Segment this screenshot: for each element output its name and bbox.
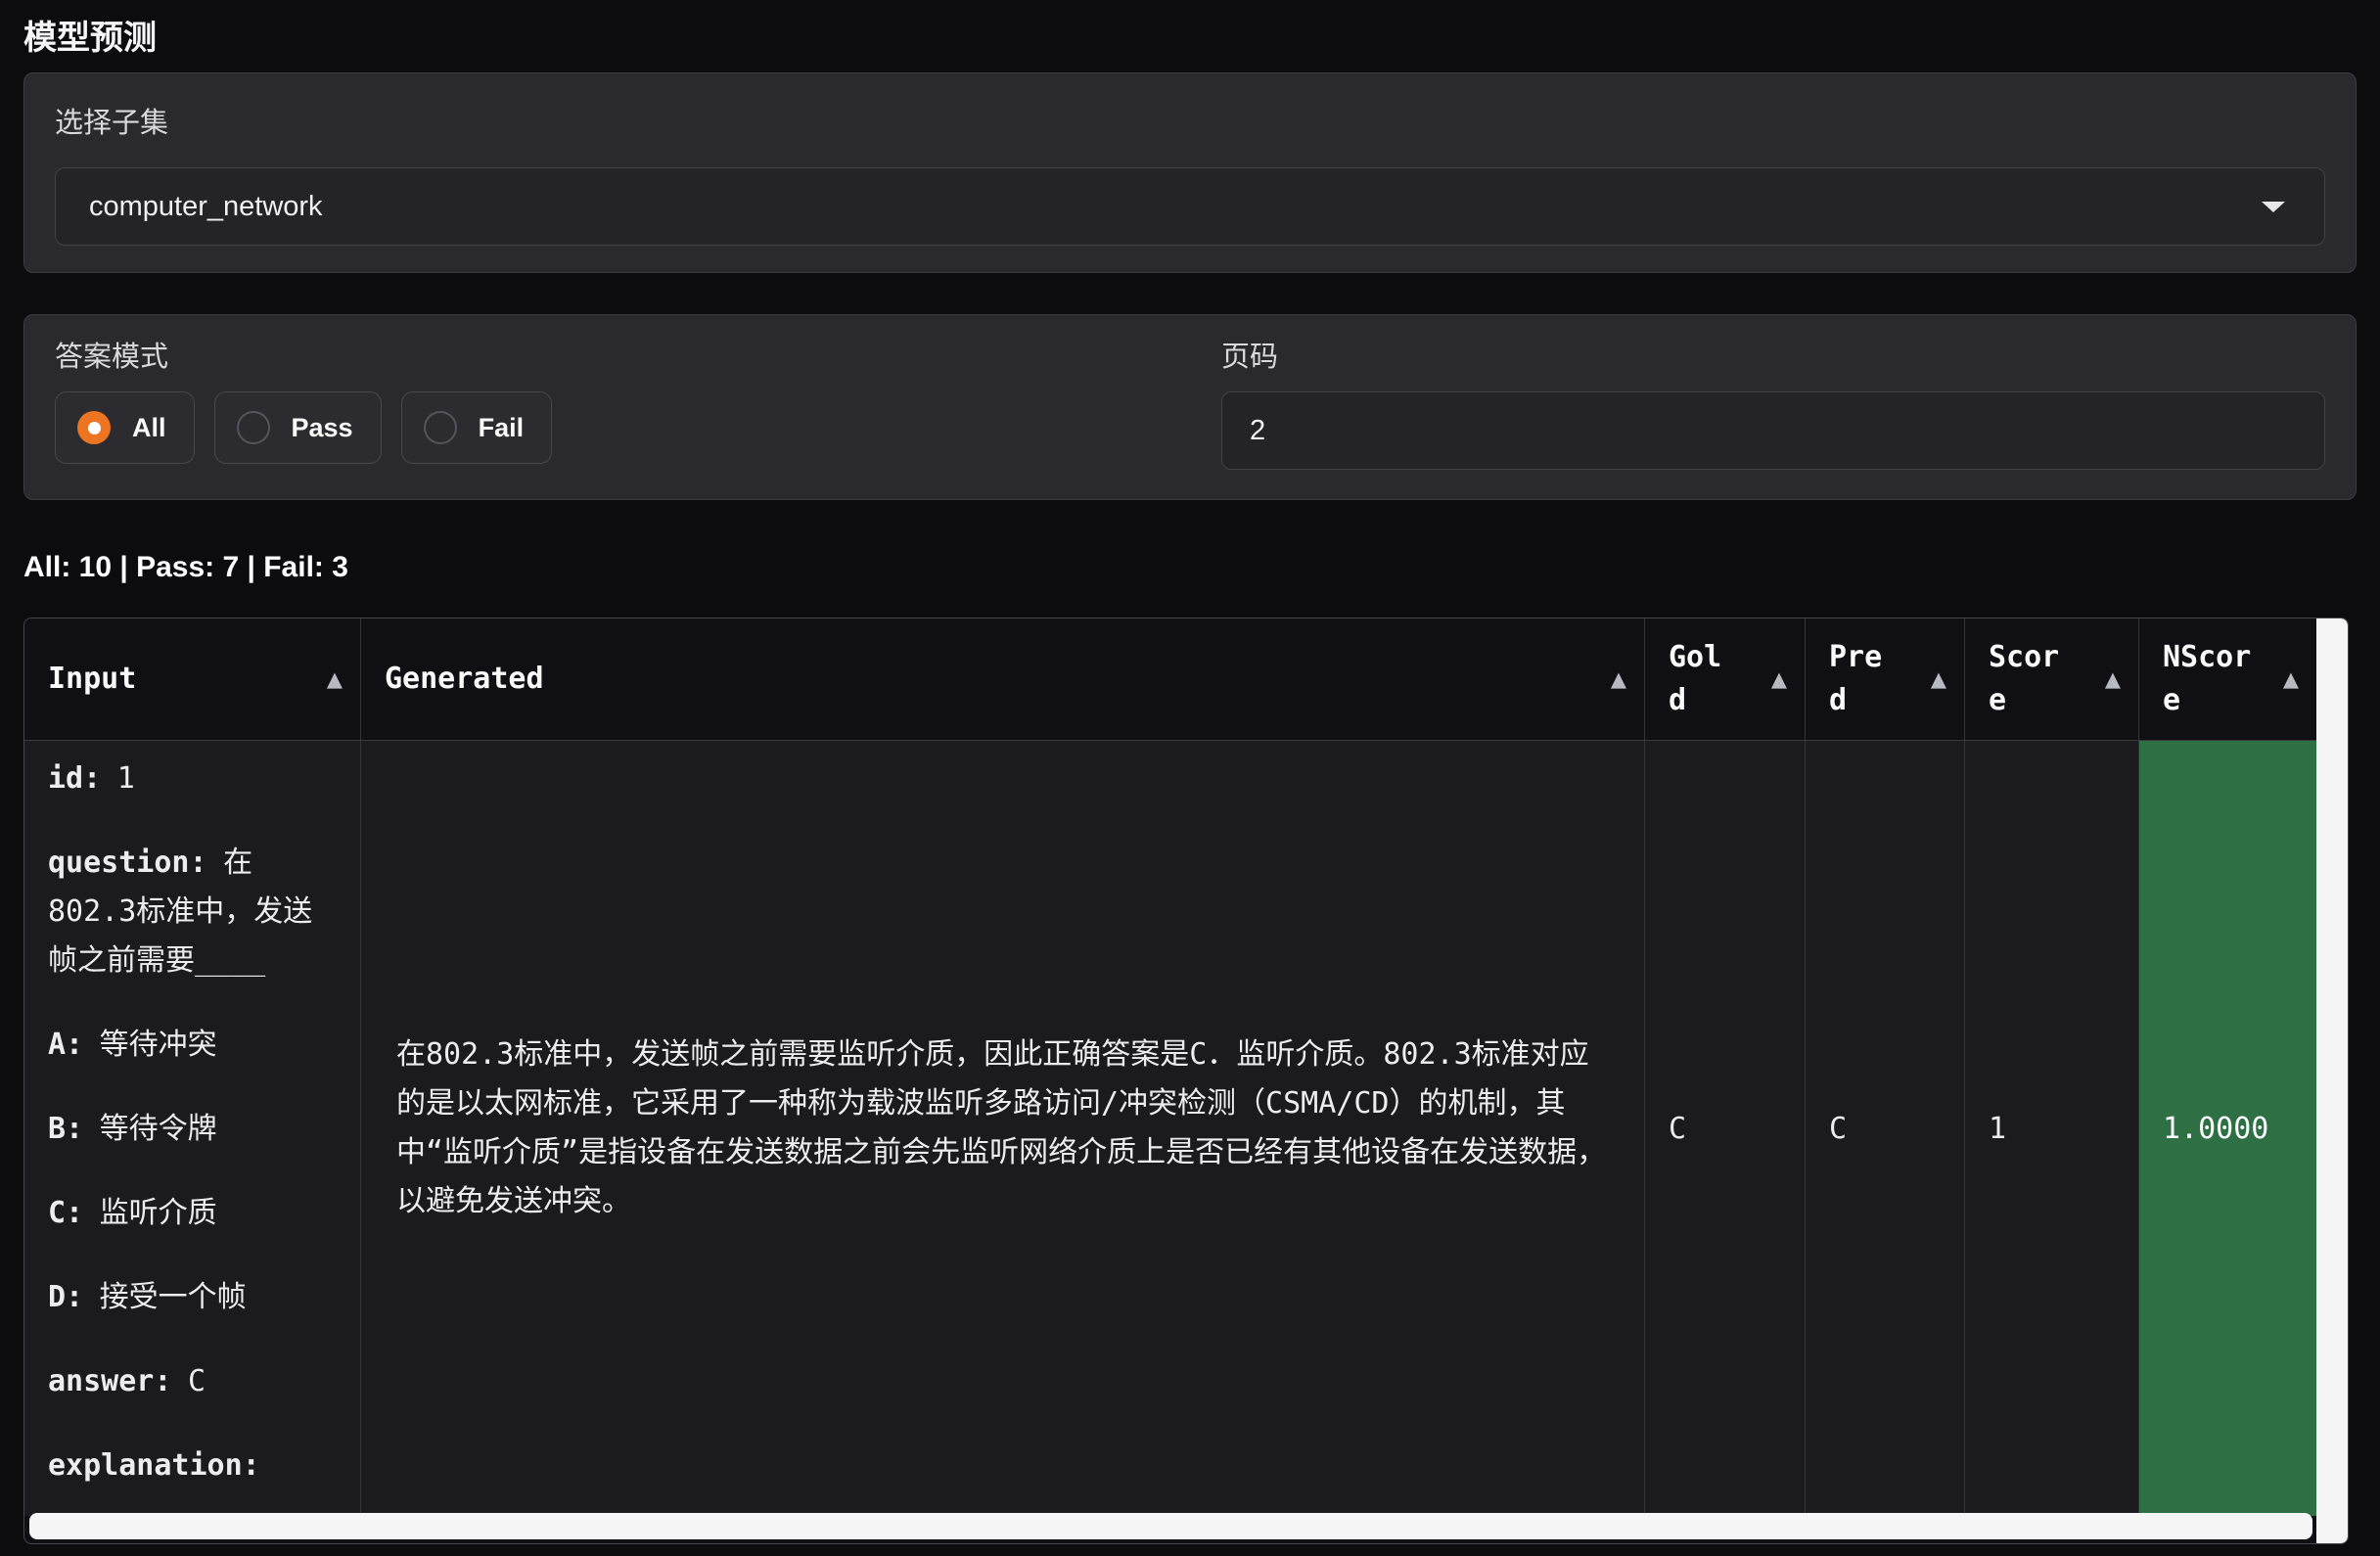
filter-panel: 答案模式 All Pass Fail 页码 2 bbox=[23, 314, 2357, 500]
horizontal-scrollbar[interactable] bbox=[29, 1513, 2312, 1539]
input-field-id: id:1 bbox=[48, 755, 337, 803]
subset-dropdown[interactable]: computer_network bbox=[55, 167, 2325, 246]
radio-option-all[interactable]: All bbox=[55, 391, 195, 464]
column-header-score-label: Score bbox=[1989, 636, 2065, 722]
stats-summary: All: 10 | Pass: 7 | Fail: 3 bbox=[23, 551, 2357, 584]
cell-nscore: 1.0000 bbox=[2139, 741, 2316, 1516]
radio-option-all-label: All bbox=[132, 413, 166, 443]
subset-dropdown-value: computer_network bbox=[89, 191, 323, 223]
page-number-input[interactable]: 2 bbox=[1221, 391, 2325, 470]
column-header-generated[interactable]: Generated ▲ bbox=[361, 618, 1645, 740]
table-grid: Input ▲ Generated ▲ Gold ▲ Pred ▲ Score bbox=[24, 618, 2316, 1516]
chevron-down-icon[interactable] bbox=[2262, 202, 2285, 212]
column-header-pred-label: Pred bbox=[1829, 636, 1888, 722]
answer-mode-label: 答案模式 bbox=[55, 341, 1221, 374]
subset-panel: 选择子集 computer_network bbox=[23, 72, 2357, 273]
column-header-nscore-label: NScore bbox=[2163, 636, 2257, 722]
answer-mode-group: 答案模式 All Pass Fail bbox=[55, 341, 1221, 499]
input-field-explanation: explanation: bbox=[48, 1442, 337, 1490]
table-row: id:1 question:在802.3标准中，发送帧之前需要____ A:等待… bbox=[24, 741, 2316, 1516]
answer-mode-radio-group: All Pass Fail bbox=[55, 391, 1221, 464]
predictions-table: Input ▲ Generated ▲ Gold ▲ Pred ▲ Score bbox=[23, 618, 2349, 1544]
radio-option-fail-label: Fail bbox=[479, 413, 525, 443]
page-number-value: 2 bbox=[1250, 415, 1265, 447]
cell-score: 1 bbox=[1965, 741, 2139, 1516]
column-header-pred[interactable]: Pred ▲ bbox=[1806, 618, 1965, 740]
input-field-option-d: D:接受一个帧 bbox=[48, 1273, 337, 1322]
column-header-nscore[interactable]: NScore ▲ bbox=[2139, 618, 2316, 740]
column-header-score[interactable]: Score ▲ bbox=[1965, 618, 2139, 740]
input-field-option-a: A:等待冲突 bbox=[48, 1021, 337, 1070]
radio-option-pass-label: Pass bbox=[292, 413, 353, 443]
sort-ascending-icon[interactable]: ▲ bbox=[2105, 667, 2121, 691]
column-header-gold[interactable]: Gold ▲ bbox=[1645, 618, 1806, 740]
radio-icon[interactable] bbox=[237, 411, 270, 444]
column-header-generated-label: Generated bbox=[385, 658, 544, 701]
sort-ascending-icon[interactable]: ▲ bbox=[1931, 667, 1946, 691]
column-header-input[interactable]: Input ▲ bbox=[24, 618, 361, 740]
sort-ascending-icon[interactable]: ▲ bbox=[1771, 667, 1787, 691]
input-field-option-c: C:监听介质 bbox=[48, 1189, 337, 1238]
page-number-label: 页码 bbox=[1221, 341, 2325, 374]
input-field-answer: answer:C bbox=[48, 1357, 337, 1406]
page-number-group: 页码 2 bbox=[1221, 341, 2325, 499]
cell-pred: C bbox=[1806, 741, 1965, 1516]
input-field-question: question:在802.3标准中，发送帧之前需要____ bbox=[48, 839, 337, 985]
sort-ascending-icon[interactable]: ▲ bbox=[2283, 667, 2299, 691]
subset-label: 选择子集 bbox=[55, 107, 2325, 140]
column-header-gold-label: Gold bbox=[1669, 636, 1727, 722]
table-header-row: Input ▲ Generated ▲ Gold ▲ Pred ▲ Score bbox=[24, 618, 2316, 741]
radio-option-fail[interactable]: Fail bbox=[401, 391, 553, 464]
sort-ascending-icon[interactable]: ▲ bbox=[327, 667, 343, 691]
radio-icon[interactable] bbox=[424, 411, 457, 444]
cell-generated: 在802.3标准中，发送帧之前需要监听介质，因此正确答案是C．监听介质。802.… bbox=[361, 741, 1645, 1516]
page-title: 模型预测 bbox=[23, 18, 2357, 59]
cell-input: id:1 question:在802.3标准中，发送帧之前需要____ A:等待… bbox=[24, 741, 361, 1516]
column-header-input-label: Input bbox=[48, 658, 136, 701]
radio-option-pass[interactable]: Pass bbox=[214, 391, 382, 464]
cell-gold: C bbox=[1645, 741, 1806, 1516]
generated-text: 在802.3标准中，发送帧之前需要监听介质，因此正确答案是C．监听介质。802.… bbox=[396, 1030, 1609, 1226]
app: 模型预测 选择子集 computer_network 答案模式 All Pass bbox=[0, 0, 2380, 1544]
vertical-scrollbar[interactable] bbox=[2316, 618, 2348, 1543]
input-field-option-b: B:等待令牌 bbox=[48, 1105, 337, 1154]
sort-ascending-icon[interactable]: ▲ bbox=[1611, 667, 1626, 691]
radio-icon[interactable] bbox=[77, 411, 111, 444]
